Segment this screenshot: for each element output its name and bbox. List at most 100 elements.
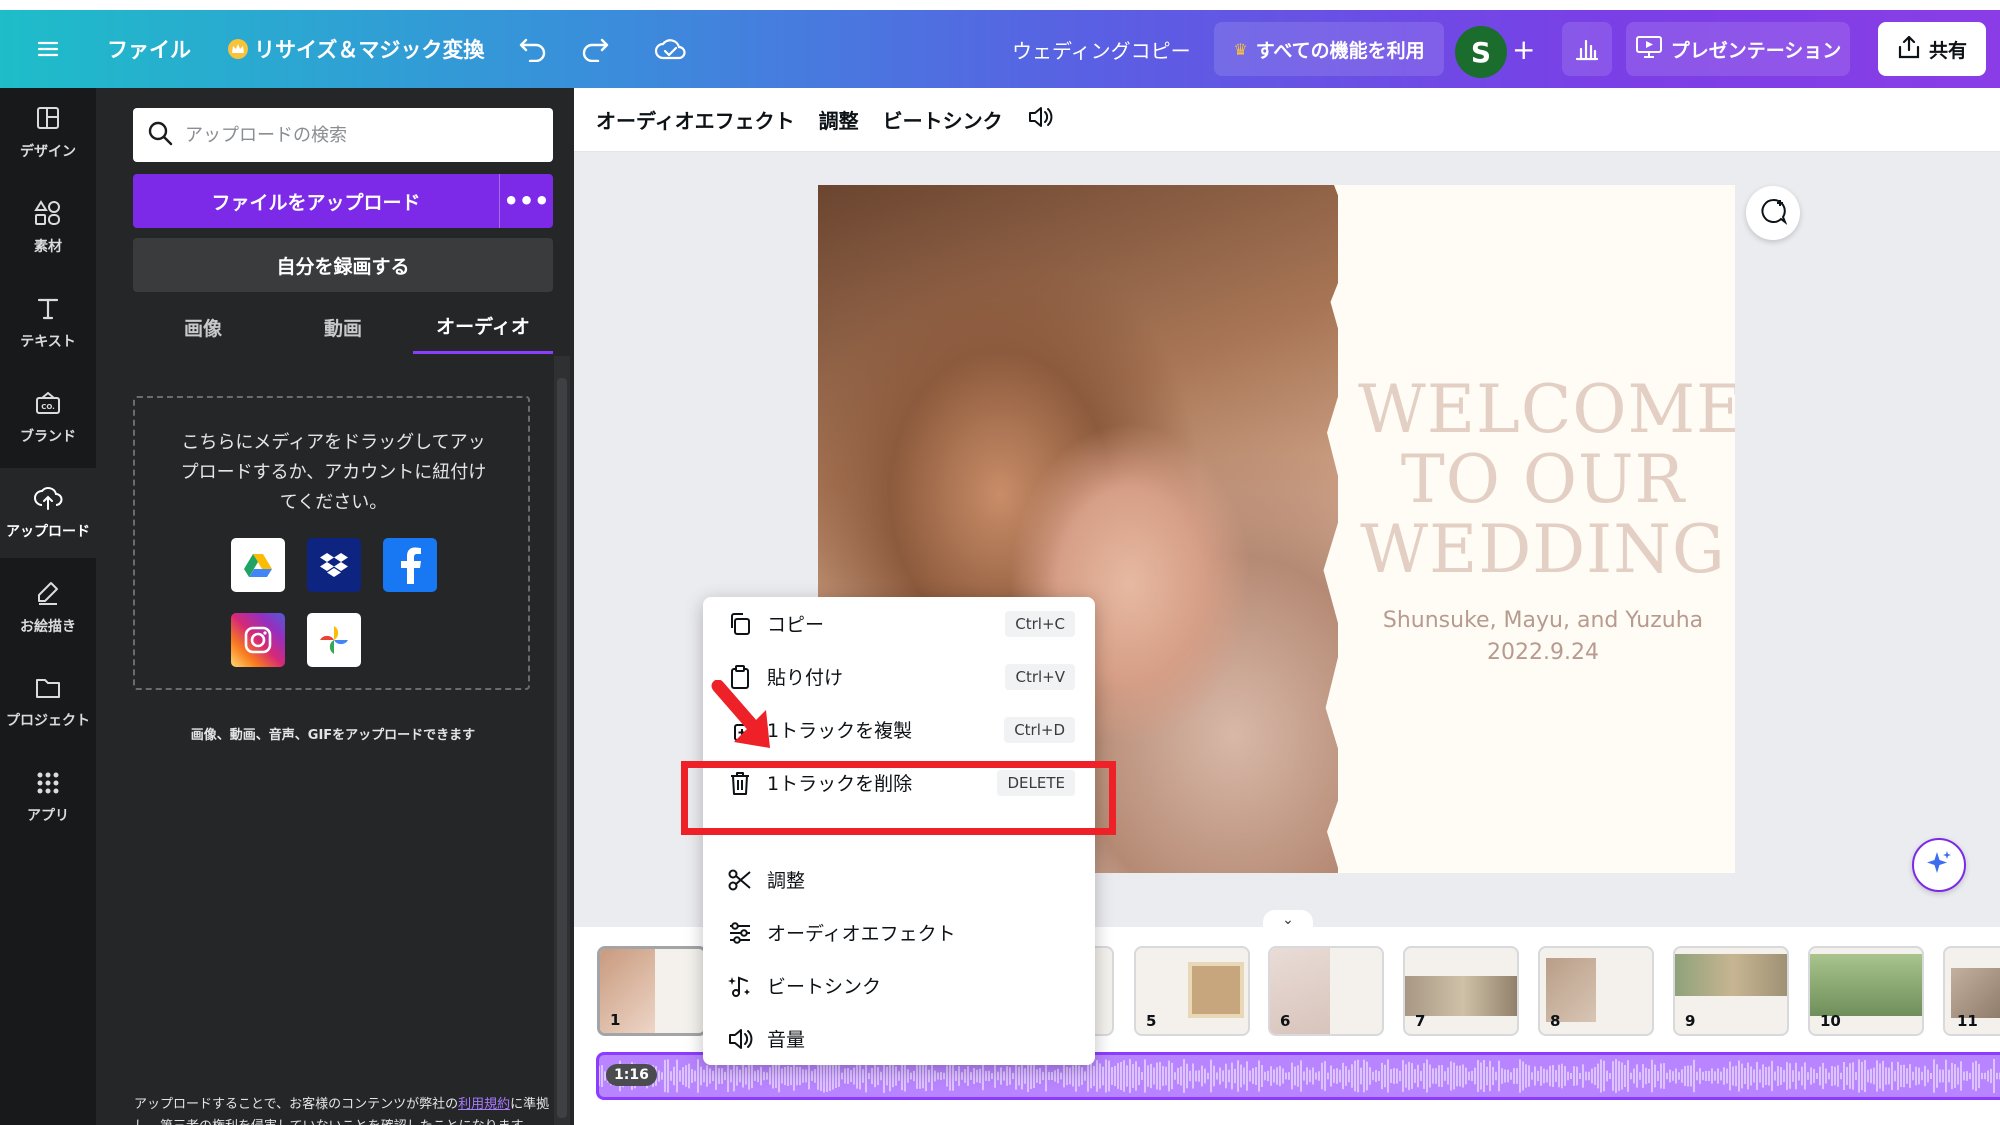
menu-item-audio-effects[interactable]: オーディオエフェクト bbox=[703, 906, 1095, 959]
menu-item-volume[interactable]: 音量 bbox=[703, 1012, 1095, 1065]
search-input[interactable] bbox=[185, 124, 525, 146]
rail-item-apps[interactable]: アプリ bbox=[0, 753, 96, 843]
menu-item-label: 調整 bbox=[767, 870, 806, 892]
page-thumbnail[interactable]: 7 bbox=[1403, 946, 1519, 1036]
file-menu[interactable]: ファイル bbox=[107, 10, 191, 88]
sliders-icon bbox=[727, 920, 753, 946]
panel-scrollbar[interactable] bbox=[557, 378, 567, 1118]
names-and-date[interactable]: Shunsuke, Mayu, and Yuzuha 2022.9.24 bbox=[1358, 605, 1728, 669]
page-number: 11 bbox=[1957, 1012, 1978, 1030]
thumbnail-image bbox=[1405, 976, 1517, 1016]
chevron-down-icon[interactable]: ⌄ bbox=[1263, 910, 1313, 930]
pen-icon bbox=[35, 580, 61, 610]
rail-item-uploads[interactable]: アップロード bbox=[0, 468, 96, 558]
adjust-button[interactable]: 調整 bbox=[819, 105, 859, 134]
avatar[interactable]: S bbox=[1455, 26, 1507, 78]
terms-link[interactable]: 利用規約 bbox=[458, 1097, 510, 1112]
scissors-icon bbox=[727, 867, 753, 893]
comment-plus-icon bbox=[1758, 196, 1788, 230]
page-thumbnail[interactable]: 6 bbox=[1268, 946, 1384, 1036]
search-box[interactable] bbox=[133, 108, 553, 162]
svg-text:CO.: CO. bbox=[41, 403, 55, 411]
text-icon bbox=[35, 295, 61, 325]
names-text: Shunsuke, Mayu, and Yuzuha bbox=[1382, 608, 1704, 633]
layout-icon bbox=[35, 105, 61, 135]
sparkle-icon bbox=[1924, 848, 1954, 882]
pro-features-button[interactable]: ♛ すべての機能を利用 bbox=[1214, 22, 1444, 76]
rail-item-elements[interactable]: 素材 bbox=[0, 183, 96, 273]
page-thumbnail[interactable]: 11 bbox=[1943, 946, 2000, 1036]
instagram-icon[interactable] bbox=[231, 613, 285, 667]
welcome-heading[interactable]: WELCOME TO OUR WEDDING bbox=[1358, 375, 1735, 585]
rail-item-brand[interactable]: CO. ブランド bbox=[0, 373, 96, 463]
tab-videos[interactable]: 動画 bbox=[273, 300, 413, 354]
menu-item-beat-sync[interactable]: ビートシンク bbox=[703, 959, 1095, 1012]
page-number: 8 bbox=[1550, 1012, 1561, 1030]
beat-icon bbox=[727, 973, 753, 999]
thumbnail-image bbox=[1951, 968, 2000, 1018]
audio-effects-button[interactable]: オーディオエフェクト bbox=[596, 105, 795, 134]
add-comment-button[interactable] bbox=[1746, 186, 1800, 240]
thumbnail-image bbox=[1675, 954, 1787, 996]
tab-audio[interactable]: オーディオ bbox=[413, 300, 553, 354]
document-title[interactable]: ウェディングコピー bbox=[1012, 10, 1191, 88]
more-options-button[interactable]: ••• bbox=[499, 174, 553, 228]
volume-icon[interactable] bbox=[1027, 104, 1055, 135]
browser-strip bbox=[0, 0, 2000, 10]
page-number: 9 bbox=[1685, 1012, 1696, 1030]
apps-icon bbox=[36, 771, 60, 799]
present-label: プレゼンテーション bbox=[1670, 39, 1842, 62]
page-thumbnail[interactable]: 10 bbox=[1808, 946, 1924, 1036]
annotation-highlight-box bbox=[681, 761, 1116, 835]
google-photos-icon[interactable] bbox=[307, 613, 361, 667]
drop-zone-text: こちらにメディアをドラッグしてアップロードするか、アカウントに紐付けてください。 bbox=[180, 432, 487, 513]
dropbox-icon[interactable] bbox=[307, 538, 361, 592]
page-number: 10 bbox=[1820, 1012, 1841, 1030]
record-yourself-button[interactable]: 自分を録画する bbox=[133, 238, 553, 292]
add-collaborator-icon[interactable]: + bbox=[1512, 10, 1535, 88]
menu-item-copy[interactable]: コピー Ctrl+C bbox=[703, 597, 1095, 650]
brand-icon: CO. bbox=[34, 390, 62, 420]
undo-icon[interactable] bbox=[518, 10, 548, 88]
page-thumbnail[interactable]: 1 bbox=[597, 946, 707, 1036]
page-thumbnail[interactable]: 9 bbox=[1673, 946, 1789, 1036]
rail-item-text[interactable]: テキスト bbox=[0, 278, 96, 368]
redo-icon[interactable] bbox=[580, 10, 610, 88]
page-thumbnail[interactable]: 8 bbox=[1538, 946, 1654, 1036]
rail-label: ブランド bbox=[20, 429, 76, 445]
volume-icon bbox=[727, 1026, 753, 1052]
thumbnail-image bbox=[600, 949, 655, 1033]
menu-item-label: オーディオエフェクト bbox=[767, 923, 956, 945]
crown-icon bbox=[228, 39, 248, 59]
present-button[interactable]: プレゼンテーション bbox=[1626, 22, 1850, 76]
resize-magic-button[interactable]: リサイズ＆マジック変換 bbox=[228, 10, 484, 88]
shortcut-badge: Ctrl+C bbox=[1005, 610, 1075, 637]
audio-duration-badge: 1:16 bbox=[606, 1064, 657, 1086]
google-drive-icon[interactable] bbox=[231, 538, 285, 592]
copy-icon bbox=[727, 611, 753, 637]
insights-icon[interactable] bbox=[1562, 22, 1612, 76]
beat-sync-button[interactable]: ビートシンク bbox=[883, 105, 1003, 134]
tab-images[interactable]: 画像 bbox=[133, 300, 273, 354]
share-button[interactable]: 共有 bbox=[1878, 22, 1986, 76]
thumbnail-image bbox=[1188, 962, 1244, 1018]
date-text: 2022.9.24 bbox=[1487, 640, 1599, 665]
magic-assistant-button[interactable] bbox=[1912, 838, 1966, 892]
facebook-icon[interactable] bbox=[383, 538, 437, 592]
menu-item-adjust[interactable]: 調整 bbox=[703, 853, 1095, 906]
page-number: 1 bbox=[610, 1011, 621, 1029]
rail-label: お絵描き bbox=[20, 619, 76, 635]
rail-item-draw[interactable]: お絵描き bbox=[0, 563, 96, 653]
terms-notice: アップロードすることで、お客様のコンテンツが弊社の利用規約に準拠し、第三者の権利… bbox=[134, 1094, 554, 1125]
hamburger-icon[interactable] bbox=[36, 10, 60, 88]
rail-item-projects[interactable]: プロジェクト bbox=[0, 658, 96, 748]
search-icon bbox=[147, 120, 173, 150]
audio-toolbar: オーディオエフェクト 調整 ビートシンク bbox=[574, 88, 2000, 152]
page-thumbnail[interactable]: 5 bbox=[1134, 946, 1250, 1036]
upload-file-button[interactable]: ファイルをアップロード ••• bbox=[133, 174, 553, 228]
uploads-panel: ファイルをアップロード ••• 自分を録画する 画像 動画 オーディオ こちらに… bbox=[96, 88, 574, 1125]
rail-label: デザイン bbox=[20, 144, 76, 160]
drop-zone[interactable]: こちらにメディアをドラッグしてアップロードするか、アカウントに紐付けてください。 bbox=[133, 396, 530, 690]
rail-item-design[interactable]: デザイン bbox=[0, 88, 96, 178]
cloud-saved-icon[interactable] bbox=[654, 10, 686, 88]
